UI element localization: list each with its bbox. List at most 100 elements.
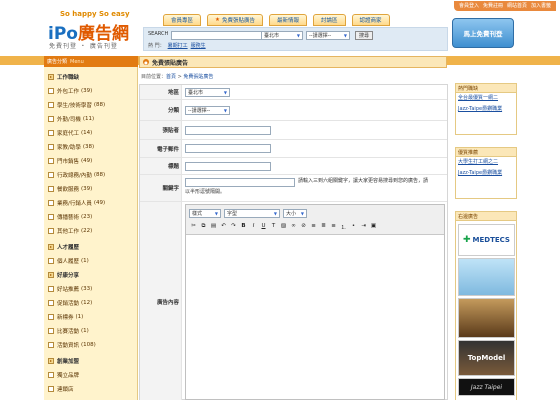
sidebar-item-label: 人才履歷 (57, 244, 80, 251)
search-bar: SEARCH 臺北市 ▼ --請選擇-- ▼ 搜尋 熱 門： 暑期打工 服務生 (143, 27, 448, 51)
sidebar-item[interactable]: 獨立品牌 (44, 369, 138, 380)
hot-job-link[interactable]: 全台最優質一網二 (456, 93, 516, 104)
checkbox-icon (48, 171, 54, 178)
paste-icon[interactable]: ▤ (210, 223, 217, 231)
sidebar-item[interactable]: 比賽活動 (1) (44, 325, 138, 336)
email-input[interactable] (185, 144, 271, 153)
poster-input[interactable] (185, 126, 271, 135)
keyword-label: 關鍵字 (140, 175, 182, 201)
sidebar-item[interactable]: 活動資訊 (108) (44, 339, 138, 350)
background-color-icon[interactable]: ▨ (280, 223, 287, 231)
search-city-select[interactable]: 臺北市 ▼ (261, 31, 303, 40)
sidebar-item[interactable]: 外勤/司機 (11) (44, 113, 138, 124)
align-center-icon[interactable]: ≣ (320, 223, 327, 231)
sidebar-item[interactable]: 家庭代工 (14) (44, 127, 138, 138)
ad-doctors[interactable] (458, 258, 515, 296)
ordered-list-icon[interactable]: ⒈ (340, 223, 347, 231)
free-post-button[interactable]: 馬上免費刊登 (452, 18, 514, 48)
hot-link-waiter[interactable]: 服務生 (191, 43, 206, 49)
editor-content-area[interactable] (186, 236, 444, 399)
sidebar-item-label: 好站推薦 (57, 286, 80, 293)
sidebar-item[interactable]: 個人履歷 (1) (44, 255, 138, 266)
align-left-icon[interactable]: ≡ (310, 223, 317, 231)
sidebar-item[interactable]: 學生/技術學習 (88) (44, 99, 138, 110)
indent-icon[interactable]: ⇥ (360, 223, 367, 231)
editor-style-select[interactable]: 樣式 ▼ (189, 209, 221, 218)
italic-icon[interactable]: I (250, 223, 257, 231)
tab-member[interactable]: 會員專區 (163, 14, 202, 26)
sidebar-item[interactable]: 其他工作 (22) (44, 225, 138, 236)
site-logo[interactable]: So happy So easy iPo廣告網 免費刊登 ・ 廣告刊登 (48, 10, 138, 50)
image-icon[interactable]: ▣ (370, 223, 377, 231)
tab-forum[interactable]: 討論區 (312, 14, 346, 26)
tab-post-ad[interactable]: ★ 免費張貼廣告 (207, 14, 263, 26)
text-color-icon[interactable]: T (270, 223, 277, 231)
region-select[interactable]: 臺北市 ▼ (185, 88, 230, 97)
redo-icon[interactable]: ↷ (230, 223, 237, 231)
copy-icon[interactable]: ⧉ (200, 223, 207, 231)
featured-link[interactable]: Jazz-Taipe爵鑽職業 (456, 168, 516, 179)
top-link-register[interactable]: 免費註冊 (483, 2, 503, 10)
email-label: 電子郵件 (140, 140, 182, 157)
sidebar-item-label: 學生/技術學習 (57, 102, 92, 109)
editor-tools: ✂ ⧉ ▤ ↶ ↷ B I U T ▨ ∞ ⊘ ≡ ≣ ≡ ⒈ • ⇥ ▣ (190, 223, 377, 231)
tab-certified[interactable]: 認證商家 (351, 14, 390, 26)
logo-tagline: 免費刊登 ・ 廣告刊登 (49, 43, 118, 50)
sidebar-item[interactable]: 家教/助學 (38) (44, 141, 138, 152)
ad-topmodel[interactable]: TopModel (458, 340, 515, 376)
sidebar-item-label: 工作職缺 (57, 74, 80, 81)
top-link-bookmark[interactable]: 加入書籤 (531, 2, 551, 10)
sidebar-item[interactable]: 促銷活動 (12) (44, 297, 138, 308)
sidebar-category[interactable]: ▸ 好康分享 (44, 269, 138, 280)
ad-jazz-taipei[interactable]: Jazz Taipei (458, 378, 515, 396)
breadcrumb-home[interactable]: 首頁 (166, 74, 176, 80)
tab-news[interactable]: 最新情報 (268, 14, 307, 26)
top-link-login[interactable]: 會員登入 (459, 2, 479, 10)
link-icon[interactable]: ∞ (290, 223, 297, 231)
sidebar-item-count: (38) (82, 143, 95, 150)
sidebar-item[interactable]: 行政總務/內勤 (88) (44, 169, 138, 180)
sidebar-item[interactable]: 新標券 (1) (44, 311, 138, 322)
sidebar-category[interactable]: ▸ 工作職缺 (44, 71, 138, 82)
sidebar-item[interactable]: 業務/行銷人員 (49) (44, 197, 138, 208)
sidebar-item-count: (108) (81, 341, 96, 348)
editor-font-select[interactable]: 字型 ▼ (224, 209, 280, 218)
sidebar-item-count: (1) (81, 327, 89, 334)
cut-icon[interactable]: ✂ (190, 223, 197, 231)
featured-link[interactable]: 大學生打工網之二 (456, 157, 516, 168)
search-button[interactable]: 搜尋 (355, 31, 374, 40)
subject-input[interactable] (185, 162, 271, 171)
sidebar-item[interactable]: 傳播藝術 (23) (44, 211, 138, 222)
checkbox-icon (48, 157, 54, 164)
hot-job-link[interactable]: Jazz-Taipe爵鑽職業 (456, 104, 516, 115)
checkbox-icon (48, 115, 54, 122)
expand-icon: ▸ (48, 357, 54, 364)
search-input[interactable] (171, 31, 269, 40)
sidebar-category[interactable]: ▸ 人才履歷 (44, 241, 138, 252)
editor-toolbar: 樣式 ▼ 字型 ▼ 大小 ▼ ✂ ⧉ ▤ ↶ ↷ B I U T ▨ ∞ ⊘ ≡ ≣ … (186, 205, 444, 235)
checkbox-icon (48, 299, 54, 306)
unordered-list-icon[interactable]: • (350, 223, 357, 231)
ad-medtecs[interactable]: ✚ MEDTECS (458, 224, 515, 256)
undo-icon[interactable]: ↶ (220, 223, 227, 231)
bold-icon[interactable]: B (240, 223, 247, 231)
sidebar-item[interactable]: 外包工作 (39) (44, 85, 138, 96)
search-category-select[interactable]: --請選擇-- ▼ (306, 31, 350, 40)
top-link-home[interactable]: 網站首頁 (507, 2, 527, 10)
editor-size-select[interactable]: 大小 ▼ (283, 209, 307, 218)
category-select[interactable]: --請選擇-- ▼ (185, 106, 230, 115)
unlink-icon[interactable]: ⊘ (300, 223, 307, 231)
ad-building[interactable] (458, 298, 515, 338)
category-label: 分類 (140, 100, 182, 120)
sidebar-item[interactable]: 餐飲服務 (39) (44, 183, 138, 194)
hot-keywords: 熱 門： 暑期打工 服務生 (148, 43, 206, 49)
hot-link-summer-job[interactable]: 暑期打工 (168, 43, 188, 49)
sidebar-item[interactable]: 好站推薦 (33) (44, 283, 138, 294)
sidebar-category[interactable]: ▸ 創業加盟 (44, 355, 138, 366)
underline-icon[interactable]: U (260, 223, 267, 231)
align-right-icon[interactable]: ≡ (330, 223, 337, 231)
sidebar-item[interactable]: 連鎖店 (44, 383, 138, 394)
breadcrumb-current[interactable]: 免費張貼廣告 (183, 74, 213, 80)
keyword-input[interactable] (185, 178, 295, 187)
sidebar-item[interactable]: 門市銷售 (49) (44, 155, 138, 166)
